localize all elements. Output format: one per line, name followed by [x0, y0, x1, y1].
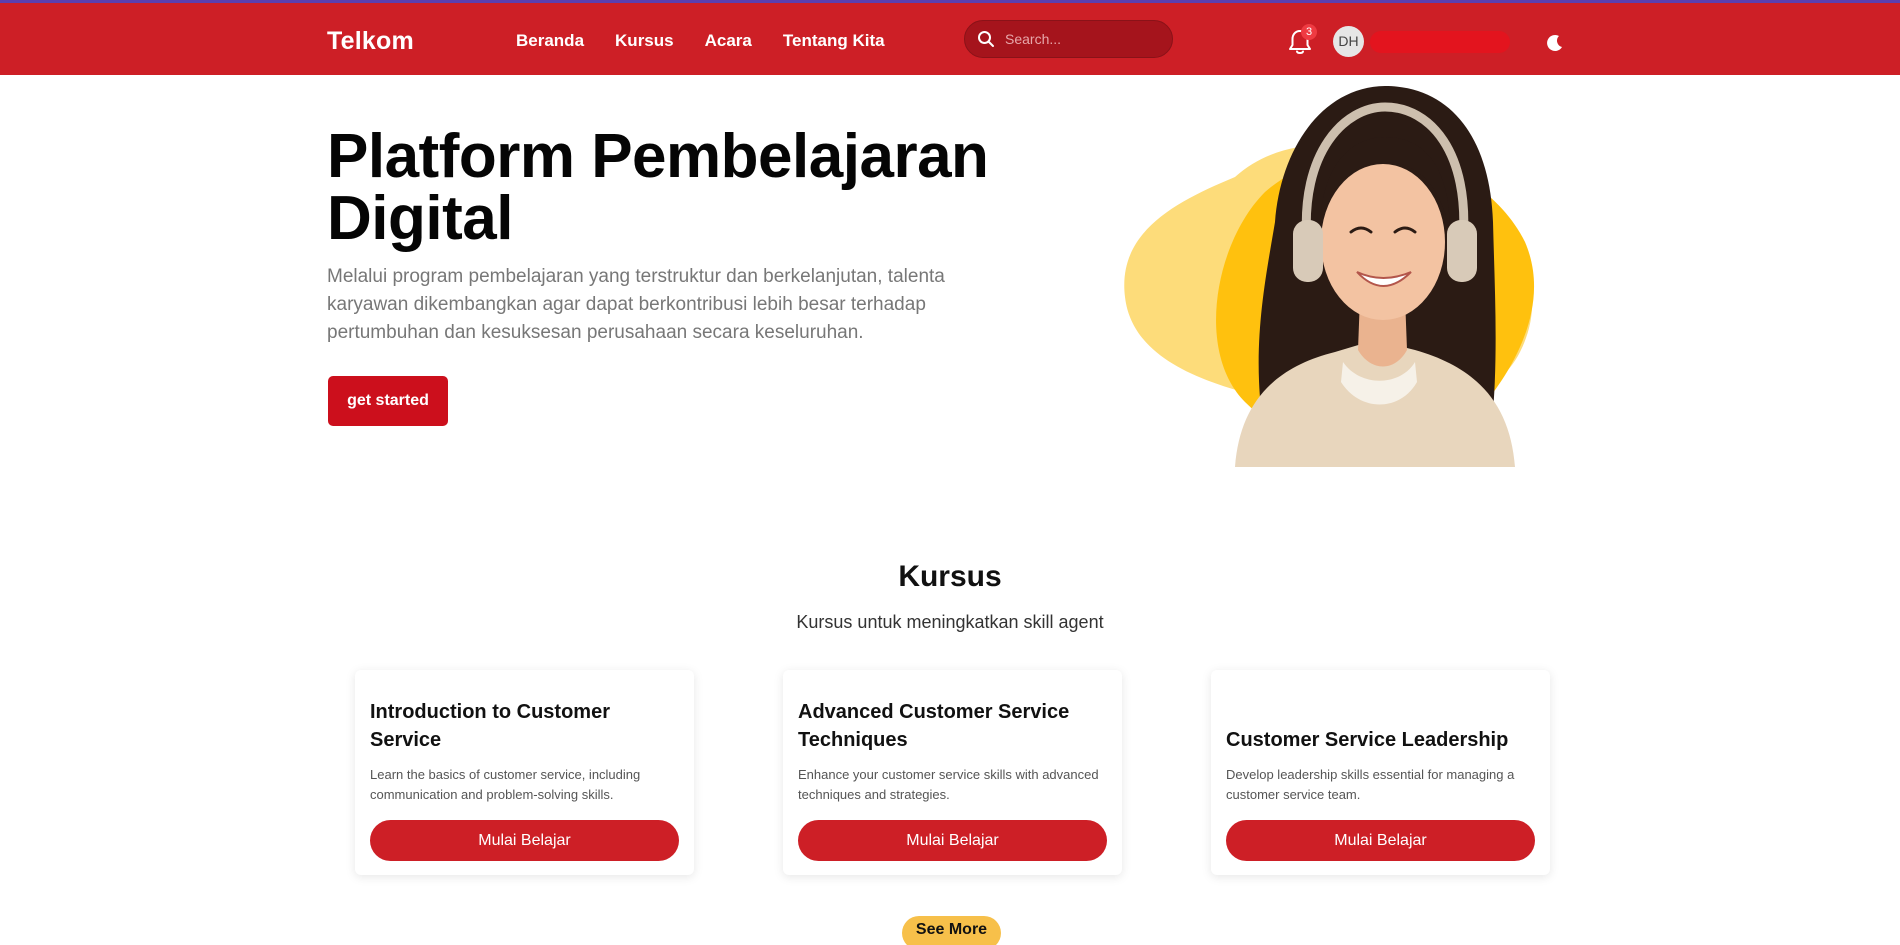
start-learning-button[interactable]: Mulai Belajar — [370, 820, 679, 861]
hero-description: Melalui program pembelajaran yang terstr… — [327, 266, 945, 343]
course-description: Learn the basics of customer service, in… — [370, 767, 641, 802]
user-avatar[interactable]: DH — [1333, 26, 1364, 57]
see-more-button[interactable]: See More — [902, 916, 1001, 945]
search-icon — [978, 31, 994, 47]
nav-link-acara[interactable]: Acara — [705, 31, 752, 51]
nav-link-tentang-kita[interactable]: Tentang Kita — [783, 31, 885, 51]
course-description: Enhance your customer service skills wit… — [798, 767, 1099, 802]
notification-count-badge: 3 — [1301, 24, 1317, 40]
course-title: Customer Service Leadership — [1226, 729, 1509, 751]
courses-section-subtitle: Kursus untuk meningkatkan skill agent — [796, 612, 1104, 632]
course-card: Customer Service Leadership Develop lead… — [1211, 670, 1550, 875]
hero-illustration — [1124, 86, 1535, 467]
get-started-button[interactable]: get started — [328, 376, 448, 426]
navbar: Telkom Beranda Kursus Acara Tentang Kita… — [0, 3, 1900, 75]
search-box[interactable] — [964, 20, 1173, 58]
course-description: Develop leadership skills essential for … — [1226, 767, 1515, 802]
redacted-username — [1370, 31, 1510, 53]
brand-logo-text[interactable]: Telkom — [327, 27, 414, 56]
moon-icon[interactable] — [1545, 33, 1565, 53]
course-card: Advanced Customer Service Techniques Enh… — [783, 670, 1122, 875]
search-input[interactable] — [1005, 31, 1165, 47]
hero-title: Platform Pembelajaran Digital — [327, 122, 989, 253]
nav-links: Beranda Kursus Acara Tentang Kita — [516, 31, 885, 51]
course-card: Introduction to Customer Service Learn t… — [355, 670, 694, 875]
nav-link-beranda[interactable]: Beranda — [516, 31, 584, 51]
nav-link-kursus[interactable]: Kursus — [615, 31, 674, 51]
courses-section-title: Kursus — [898, 560, 1002, 593]
course-title: Introduction to Customer Service — [370, 701, 610, 751]
course-title: Advanced Customer Service Techniques — [798, 701, 1070, 751]
start-learning-button[interactable]: Mulai Belajar — [798, 820, 1107, 861]
start-learning-button[interactable]: Mulai Belajar — [1226, 820, 1535, 861]
